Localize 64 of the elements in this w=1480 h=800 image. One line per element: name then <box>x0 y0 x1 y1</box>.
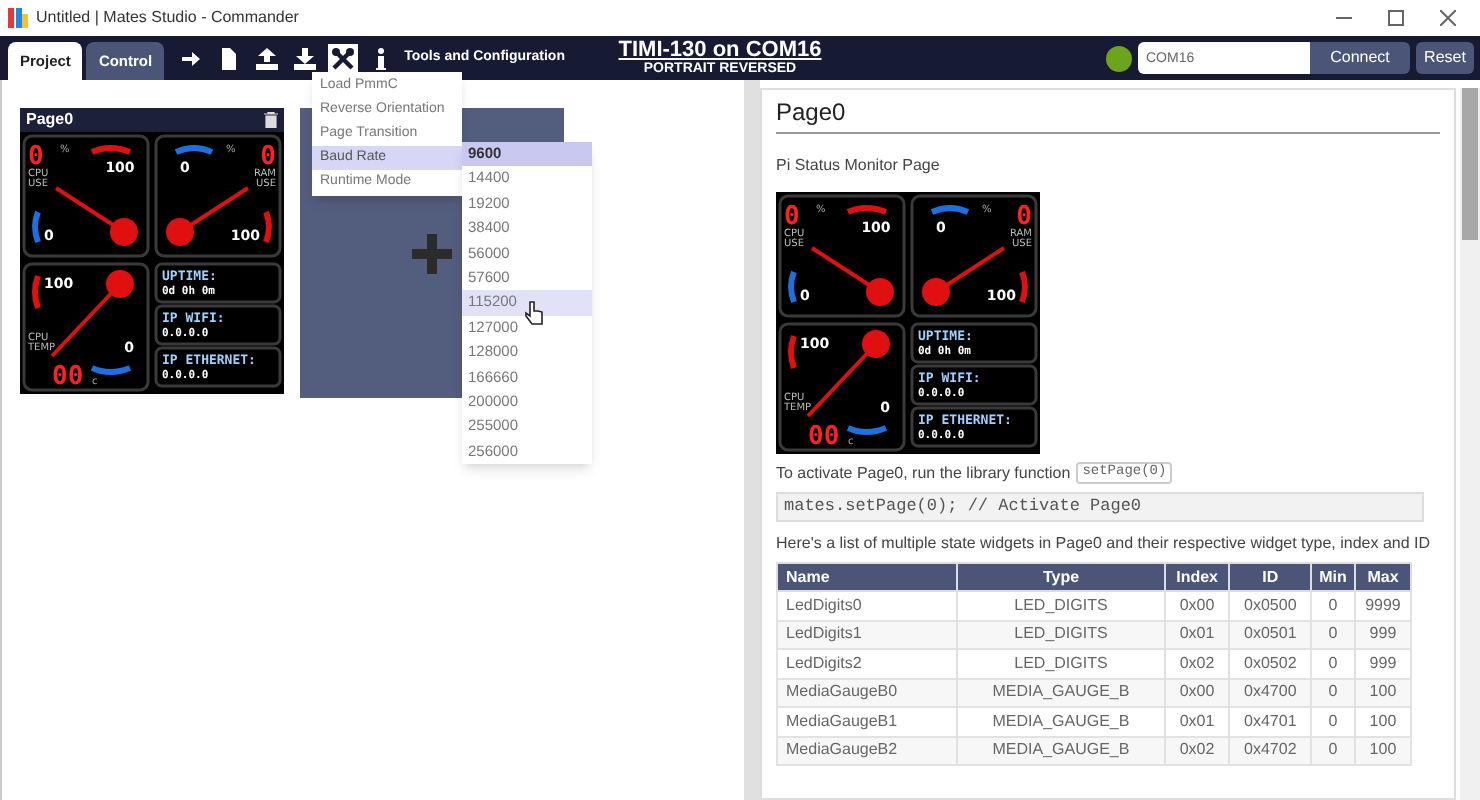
hand-cursor-icon <box>524 300 544 326</box>
table-cell: 0x02 <box>1164 649 1230 678</box>
gauge-needle-drawing <box>810 246 894 306</box>
maximize-icon[interactable] <box>1388 10 1404 26</box>
table-cell: 0x02 <box>1164 736 1230 765</box>
close-icon[interactable] <box>1440 10 1456 26</box>
led-digits: 00 <box>808 422 840 452</box>
table-cell: 0x4701 <box>1229 707 1311 736</box>
gauge-arc <box>846 205 888 215</box>
table-cell: MediaGaugeB2 <box>777 736 958 765</box>
gauge-arc <box>1019 270 1028 303</box>
gauge-arc <box>90 365 132 375</box>
gauge-arc <box>263 210 272 243</box>
download-icon[interactable] <box>294 47 317 69</box>
connect-button[interactable]: Connect <box>1310 42 1410 74</box>
table-cell: 0 <box>1310 707 1355 736</box>
table-cell: MediaGaugeB1 <box>777 707 958 736</box>
table-cell: 0 <box>1310 736 1355 765</box>
gauge-arc <box>90 145 132 155</box>
table-cell: 0x0500 <box>1229 591 1311 620</box>
table-cell: 0x0502 <box>1229 649 1311 678</box>
table-cell: MEDIA_GAUGE_B <box>957 707 1165 736</box>
table-cell: 0 <box>1310 649 1355 678</box>
table-intro: Here's a list of multiple state widgets in Page0 and their respective widget type, index and ID <box>776 534 1433 554</box>
app-logo-icon <box>8 8 28 28</box>
scrollbar-thumb[interactable] <box>1462 88 1478 240</box>
device-title: TIMI-130 on COM16 <box>618 38 822 62</box>
gauge-arc <box>32 275 41 309</box>
window-title: Untitled | Mates Studio - Commander <box>36 6 299 30</box>
gauge-arc <box>174 145 214 155</box>
column-header: Name <box>777 563 958 591</box>
gauge-arc <box>846 425 888 435</box>
plus-icon <box>412 233 452 273</box>
arrow-right-icon[interactable] <box>180 47 203 69</box>
table-cell: 0x01 <box>1164 707 1230 736</box>
table-cell: LED_DIGITS <box>957 649 1165 678</box>
page-title: Page0 <box>26 108 74 132</box>
table-cell: MEDIA_GAUGE_B <box>957 736 1165 765</box>
reset-button[interactable]: Reset <box>1416 42 1474 74</box>
column-header: Type <box>957 563 1165 591</box>
code-block: mates.setPage(0); // Activate Page0 <box>776 492 1424 522</box>
gauge-arc <box>32 210 41 243</box>
table-cell: LED_DIGITS <box>957 591 1165 620</box>
table-cell: 0x4702 <box>1229 736 1311 765</box>
table-cell: 999 <box>1354 649 1411 678</box>
instruction-text: To activate Page0, run the library function <box>776 463 1071 483</box>
table-cell: 9999 <box>1354 591 1411 620</box>
page-heading: Page0 <box>776 98 1440 134</box>
table-cell: 0 <box>1310 591 1355 620</box>
table-cell: 100 <box>1354 736 1411 765</box>
table-cell: 0x00 <box>1164 591 1230 620</box>
led-digits: 00 <box>52 362 84 392</box>
status-dot-icon <box>1106 45 1132 71</box>
page-description: Pi Status Monitor Page <box>776 156 942 176</box>
table-cell: 100 <box>1354 707 1411 736</box>
trash-icon[interactable] <box>264 112 278 128</box>
table-cell: LedDigits0 <box>777 591 958 620</box>
file-icon[interactable] <box>218 47 241 69</box>
upload-icon[interactable] <box>256 47 279 69</box>
gauge-arc <box>788 270 797 303</box>
table-cell: LedDigits2 <box>777 649 958 678</box>
gauge-arc <box>788 335 797 369</box>
gauge-needle-drawing <box>54 186 138 246</box>
gauge-arc <box>930 205 970 215</box>
